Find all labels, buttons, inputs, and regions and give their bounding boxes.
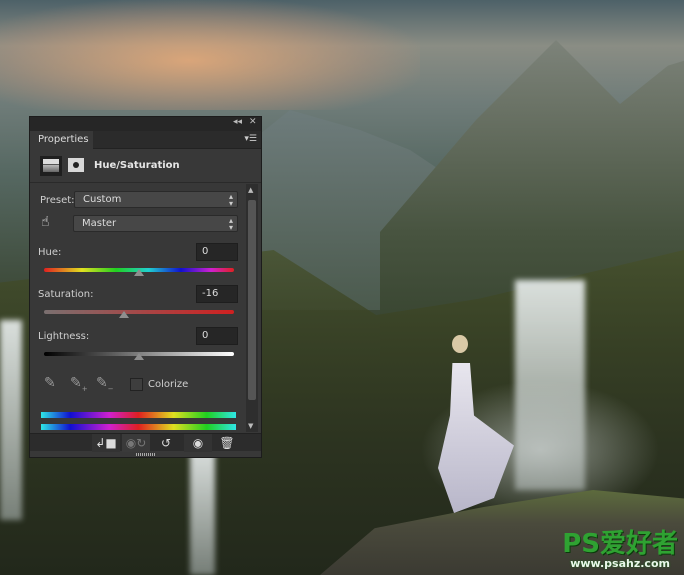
scrollbar[interactable]: ▲ ▼ bbox=[246, 184, 258, 432]
sunset-sky bbox=[0, 0, 420, 110]
panel-footer-toolbar: ↲■ ◉↻ ↺ ◉ 🗑 bbox=[30, 433, 261, 452]
panel-title: Hue/Saturation bbox=[94, 160, 180, 171]
waterfall-left bbox=[0, 320, 22, 520]
close-icon[interactable]: ✕ bbox=[249, 117, 257, 127]
collapse-icon[interactable]: ◂◂ bbox=[233, 117, 242, 127]
properties-panel: ◂◂ ✕ Properties ▾☰ Hue/Saturation ▲ ▼ Pr… bbox=[29, 116, 262, 458]
output-color-bar bbox=[41, 424, 236, 430]
targeted-adjustment-hand-icon[interactable]: ☝ bbox=[41, 214, 50, 230]
lightness-label: Lightness: bbox=[38, 331, 90, 342]
input-color-bar bbox=[41, 412, 236, 418]
visibility-icon[interactable]: ◉ bbox=[184, 434, 212, 452]
eyedropper-icon[interactable]: ✎ bbox=[44, 375, 56, 391]
colorize-checkbox[interactable] bbox=[130, 378, 143, 391]
delete-icon[interactable]: 🗑 bbox=[213, 434, 241, 452]
preset-dropdown[interactable]: Custom ▴ ▾ bbox=[74, 191, 238, 208]
adjustment-layer-icon[interactable] bbox=[40, 156, 62, 176]
saturation-label: Saturation: bbox=[38, 289, 94, 300]
channel-value: Master bbox=[82, 218, 117, 229]
scroll-up-icon: ▲ bbox=[248, 186, 254, 194]
updown-icon: ▴ ▾ bbox=[228, 216, 233, 232]
lightness-input[interactable]: 0 bbox=[196, 327, 238, 345]
reset-icon[interactable]: ↺ bbox=[152, 434, 180, 452]
hue-label: Hue: bbox=[38, 247, 62, 258]
hue-input[interactable]: 0 bbox=[196, 243, 238, 261]
preset-label: Preset: bbox=[40, 195, 75, 206]
channel-dropdown[interactable]: Master ▴ ▾ bbox=[73, 215, 238, 232]
lightness-slider-thumb[interactable] bbox=[134, 353, 144, 360]
watermark-url: www.psahz.com bbox=[570, 557, 670, 570]
saturation-slider[interactable] bbox=[44, 310, 234, 314]
view-previous-state-icon[interactable]: ◉↻ bbox=[122, 434, 150, 452]
watermark-logo: PS爱好者 bbox=[562, 529, 678, 559]
tab-properties[interactable]: Properties bbox=[30, 131, 93, 149]
clip-to-layer-icon[interactable]: ↲■ bbox=[92, 434, 120, 452]
hue-slider-thumb[interactable] bbox=[134, 269, 144, 276]
eyedropper-subtract-icon[interactable]: ✎− bbox=[96, 375, 114, 393]
scroll-down-icon: ▼ bbox=[248, 422, 254, 430]
woman-figure bbox=[438, 335, 518, 535]
saturation-slider-thumb[interactable] bbox=[118, 311, 129, 318]
watermark: PS爱好者 www.psahz.com bbox=[562, 531, 678, 570]
resize-grip[interactable] bbox=[136, 453, 156, 456]
saturation-input[interactable]: -16 bbox=[196, 285, 238, 303]
updown-icon: ▴ ▾ bbox=[228, 192, 233, 208]
panel-title-bar[interactable]: ◂◂ ✕ bbox=[30, 117, 261, 131]
eyedropper-add-icon[interactable]: ✎+ bbox=[70, 375, 88, 393]
waterfall-small bbox=[190, 450, 215, 575]
preset-value: Custom bbox=[83, 194, 122, 205]
colorize-label: Colorize bbox=[148, 379, 189, 390]
panel-menu-icon[interactable]: ▾☰ bbox=[244, 134, 257, 144]
mask-icon[interactable] bbox=[68, 158, 84, 172]
scrollbar-thumb[interactable] bbox=[248, 200, 256, 400]
